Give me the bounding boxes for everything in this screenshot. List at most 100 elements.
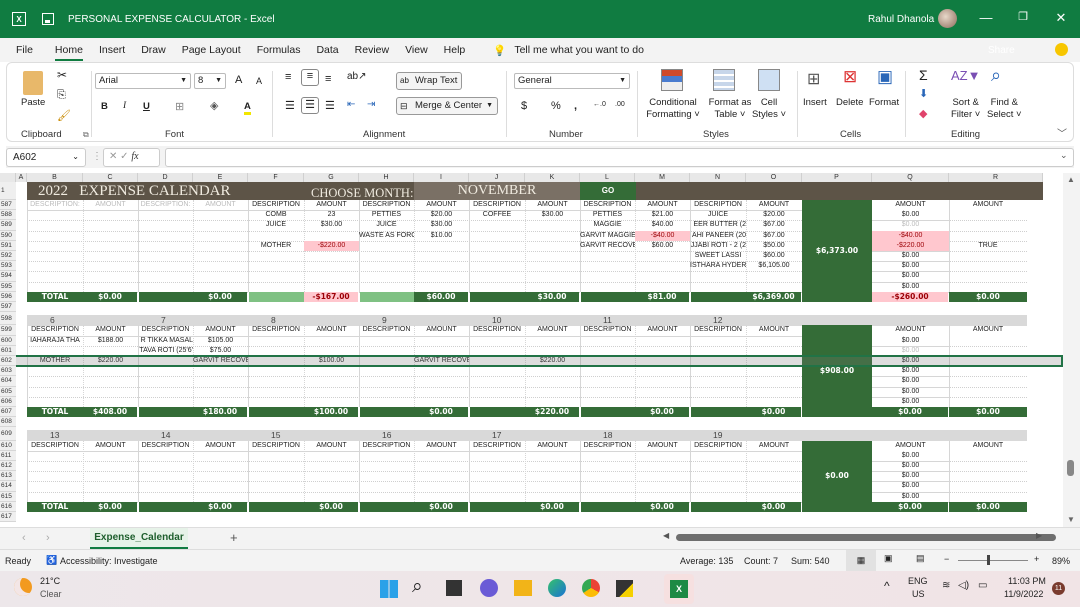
total-cell[interactable]: $100.00 — [304, 407, 358, 418]
search-icon[interactable]: ⌕ — [412, 576, 423, 598]
weather-moon-icon[interactable] — [14, 578, 32, 596]
page-break-view-icon[interactable]: ▤ — [916, 553, 925, 564]
insert-cells-icon[interactable]: ⊞ — [807, 69, 820, 89]
description-header[interactable]: DESCRIPTION: — [27, 200, 83, 210]
q-amount[interactable]: $0.00 — [872, 251, 949, 261]
enter-icon[interactable]: ✓ — [120, 151, 128, 162]
amount-header[interactable]: AMOUNT — [525, 441, 580, 451]
share-button[interactable]: Share — [988, 45, 1015, 56]
total-cell[interactable]: $0.00 — [193, 291, 247, 302]
total-cell[interactable]: $0.00 — [525, 501, 579, 512]
row-header[interactable]: 612 — [0, 461, 16, 472]
amount-header[interactable]: AMOUNT — [872, 325, 949, 335]
excel-taskbar-button[interactable]: X — [664, 574, 694, 604]
format-as-table-button[interactable]: Format as Table ˅ — [707, 97, 753, 121]
description-header[interactable]: DESCRIPTION — [580, 200, 635, 210]
expense-amount[interactable]: $6,105.00 — [746, 261, 802, 271]
amount-header[interactable]: AMOUNT — [525, 325, 580, 335]
expense-description[interactable]: GARVIT MAGGIE — [580, 231, 635, 241]
increase-decimal-button[interactable]: ←.0 — [593, 101, 606, 108]
row-header[interactable]: 617 — [0, 512, 16, 523]
amount-header[interactable]: AMOUNT — [635, 200, 690, 210]
description-header[interactable]: DESCRIPTION — [580, 325, 635, 335]
tab-insert[interactable]: Insert — [91, 38, 133, 62]
expense-description[interactable]: JJABI ROTI - 2 (2 — [690, 241, 746, 251]
total-cell[interactable]: $220.00 — [525, 407, 579, 418]
row-header[interactable]: 600 — [0, 335, 16, 346]
q-amount[interactable]: $0.00 — [872, 397, 949, 407]
total-desc-cell[interactable] — [249, 501, 304, 512]
row-header[interactable]: 608 — [0, 417, 16, 428]
expense-amount[interactable]: $40.00 — [635, 220, 690, 230]
expense-amount[interactable]: $30.00 — [304, 220, 359, 230]
scroll-left-icon[interactable]: ◀ — [663, 531, 669, 540]
amount-header[interactable]: AMOUNT — [304, 441, 359, 451]
align-bottom-icon[interactable]: ≡ — [325, 73, 331, 85]
underline-button[interactable]: U — [143, 101, 150, 112]
total-desc-cell[interactable] — [139, 291, 193, 302]
description-header[interactable]: DESCRIPTION — [248, 200, 304, 210]
description-header[interactable]: DESCRIPTION — [690, 441, 746, 451]
row-header[interactable]: 596 — [0, 291, 16, 302]
q-amount[interactable]: $0.00 — [872, 492, 949, 502]
merge-center-button[interactable]: ⊟ Merge & Center ▼ — [396, 97, 498, 115]
comma-button[interactable]: , — [574, 100, 577, 112]
amount-header[interactable]: AMOUNT — [635, 325, 690, 335]
description-header[interactable]: DESCRIPTION — [27, 441, 83, 451]
total-desc-cell[interactable] — [360, 501, 414, 512]
zoom-out-button[interactable]: − — [944, 554, 949, 564]
week-total[interactable]: $0.00 — [802, 440, 872, 512]
amount-header[interactable]: AMOUNT — [635, 441, 690, 451]
expense-amount[interactable]: $21.00 — [635, 210, 690, 220]
row-header[interactable]: 599 — [0, 325, 16, 336]
chrome-browser-icon[interactable] — [582, 579, 600, 597]
scroll-up-icon[interactable]: ▲ — [1067, 175, 1075, 184]
language-code[interactable]: ENG — [908, 576, 928, 586]
select-all-corner[interactable] — [0, 173, 16, 182]
teams-chat-icon[interactable] — [480, 579, 498, 597]
total-cell[interactable]: $0.00 — [635, 501, 689, 512]
description-header[interactable]: DESCRIPTION — [27, 325, 83, 335]
total-cell[interactable]: $81.00 — [635, 291, 689, 302]
row-header[interactable]: 606 — [0, 396, 16, 407]
fill-color-icon[interactable]: ◈ — [210, 99, 218, 112]
next-sheet-icon[interactable]: › — [46, 532, 50, 544]
expense-amount[interactable]: $30.00 — [525, 210, 580, 220]
conditional-formatting-icon[interactable] — [661, 69, 683, 91]
bold-button[interactable]: B — [101, 101, 108, 112]
description-header[interactable]: DESCRIPTION — [138, 441, 193, 451]
prev-sheet-icon[interactable]: ‹ — [22, 532, 26, 544]
font-size-dropdown[interactable]: 8 ▼ — [194, 73, 226, 89]
go-button[interactable]: GO — [580, 182, 636, 200]
fill-icon[interactable]: ⬇ — [919, 87, 928, 100]
insert-cells-button[interactable]: Insert — [803, 97, 827, 108]
row-header[interactable]: 611 — [0, 450, 16, 461]
align-top-icon[interactable]: ≡ — [285, 71, 291, 83]
tab-home[interactable]: Home — [47, 38, 91, 62]
total-cell[interactable]: $0.00 — [872, 407, 948, 418]
row-header[interactable]: 597 — [0, 302, 16, 313]
column-header-j[interactable]: J — [469, 173, 525, 182]
description-header[interactable]: DESCRIPTION — [469, 200, 525, 210]
q-amount[interactable]: $0.00 — [872, 461, 949, 471]
total-cell[interactable]: $30.00 — [525, 291, 579, 302]
expense-description[interactable]: AHI PANEER (20 — [690, 231, 746, 241]
q-amount[interactable]: $0.00 — [872, 376, 949, 386]
total-cell[interactable]: $6,369.00 — [746, 291, 801, 302]
q-amount[interactable]: $0.00 — [872, 271, 949, 281]
close-button[interactable]: ✕ — [1051, 10, 1071, 26]
delete-cells-icon[interactable]: ⊠ — [843, 67, 857, 87]
expense-description[interactable]: PETTIES — [359, 210, 414, 220]
expense-amount[interactable]: $20.00 — [746, 210, 802, 220]
sort-filter-icon[interactable]: AZ▼ — [951, 68, 980, 83]
expense-amount[interactable]: $10.00 — [414, 231, 469, 241]
format-painter-icon[interactable]: 🖌 — [57, 109, 71, 122]
zoom-level[interactable]: 89% — [1052, 556, 1070, 566]
expense-description[interactable]: EER BUTTER (2 — [690, 220, 746, 230]
expense-amount[interactable]: -$220.00 — [304, 240, 359, 251]
row-header[interactable]: 1 — [0, 182, 16, 200]
total-desc-cell[interactable] — [691, 407, 746, 418]
amount-header[interactable]: AMOUNT — [414, 325, 469, 335]
q-amount[interactable]: $0.00 — [872, 220, 949, 230]
amount-header[interactable]: AMOUNT — [83, 325, 138, 335]
